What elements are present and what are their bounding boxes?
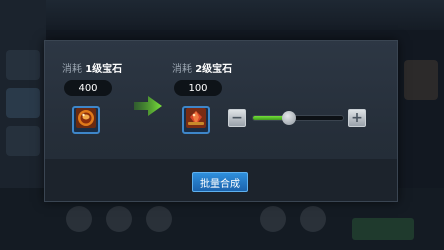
- background-item: [106, 206, 132, 232]
- decrease-button[interactable]: −: [228, 109, 246, 127]
- batch-merge-button[interactable]: 批量合成: [192, 172, 248, 192]
- background-top-bar: [0, 0, 444, 30]
- source-cost-label: 消耗 1级宝石: [62, 60, 122, 75]
- target-count: 100: [174, 80, 222, 96]
- background-slot: [6, 88, 40, 118]
- target-cost-prefix: 消耗: [172, 64, 192, 75]
- source-count: 400: [64, 80, 112, 96]
- arrow-right-icon: [134, 96, 162, 116]
- quantity-slider[interactable]: [252, 111, 344, 125]
- source-cost-item: 1级宝石: [85, 64, 123, 75]
- source-gem-slot[interactable]: [72, 106, 100, 134]
- source-cost-prefix: 消耗: [62, 64, 82, 75]
- target-cost-item: 2级宝石: [195, 64, 233, 75]
- increase-button[interactable]: +: [348, 109, 366, 127]
- background-slot: [6, 50, 40, 80]
- background-item: [260, 206, 286, 232]
- target-gem-slot[interactable]: [182, 106, 210, 134]
- minus-icon: −: [231, 110, 243, 126]
- background-slot: [6, 126, 40, 156]
- background-item: [66, 206, 92, 232]
- plus-icon: +: [351, 110, 363, 126]
- background-slot: [404, 60, 438, 100]
- background-item: [300, 206, 326, 232]
- level-1-gem-icon: [75, 107, 97, 133]
- slider-handle[interactable]: [282, 111, 296, 125]
- target-cost-label: 消耗 2级宝石: [172, 60, 232, 75]
- background-item: [146, 206, 172, 232]
- level-2-gem-icon: [185, 107, 207, 133]
- background-button: [352, 218, 414, 240]
